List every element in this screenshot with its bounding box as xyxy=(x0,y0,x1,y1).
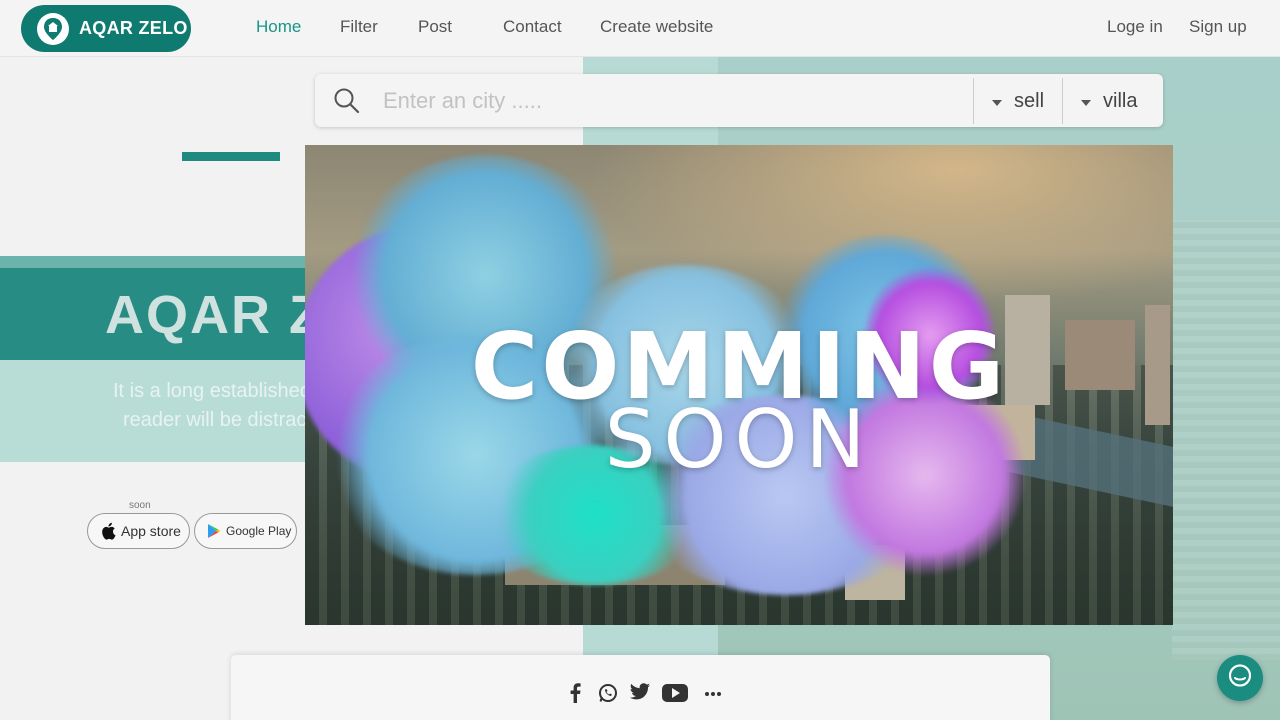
navbar: AQAR ZELO Home Filter Post Contact Creat… xyxy=(0,0,1280,57)
chat-button[interactable] xyxy=(1217,655,1263,701)
background-texture xyxy=(1172,220,1280,660)
search-icon[interactable] xyxy=(333,87,361,120)
nav-create-website[interactable]: Create website xyxy=(600,17,713,37)
chevron-down-icon xyxy=(992,100,1002,106)
category-select-value: villa xyxy=(1103,89,1138,112)
whatsapp-icon[interactable] xyxy=(598,683,618,703)
type-select-value: sell xyxy=(1014,89,1045,112)
youtube-icon[interactable] xyxy=(662,683,688,703)
brand-name: AQAR ZELO xyxy=(79,18,188,38)
more-icon[interactable] xyxy=(704,683,722,703)
type-select[interactable]: sell xyxy=(973,78,1062,124)
google-play-button[interactable]: Google Play xyxy=(194,513,297,549)
category-select[interactable]: villa xyxy=(1062,78,1163,124)
app-store-label: App store xyxy=(121,523,181,539)
nav-post[interactable]: Post xyxy=(418,17,452,37)
logo[interactable]: AQAR ZELO xyxy=(21,5,191,52)
login-link[interactable]: Loge in xyxy=(1107,17,1163,37)
coming-soon-poster: COMMING SOON xyxy=(305,145,1173,625)
google-play-icon xyxy=(207,523,221,539)
apps-soon-label: soon xyxy=(129,500,151,511)
accent-bar xyxy=(182,152,280,161)
google-play-label: Google Play xyxy=(226,524,292,538)
poster-subtitle: SOON xyxy=(604,393,874,486)
facebook-icon[interactable] xyxy=(568,683,582,703)
nav-contact[interactable]: Contact xyxy=(503,17,562,37)
search-bar: sell villa xyxy=(315,74,1163,127)
nav-filter[interactable]: Filter xyxy=(340,17,378,37)
app-store-button[interactable]: App store xyxy=(87,513,190,549)
hero-title: AQAR Z xyxy=(105,285,324,345)
hero-band-top xyxy=(0,256,330,268)
twitter-icon[interactable] xyxy=(630,683,650,701)
logo-icon xyxy=(37,12,69,45)
nav-home[interactable]: Home xyxy=(256,17,301,37)
chat-icon xyxy=(1226,662,1254,695)
chevron-down-icon xyxy=(1081,100,1091,106)
signup-link[interactable]: Sign up xyxy=(1189,17,1247,37)
search-input[interactable] xyxy=(383,74,968,127)
apple-icon xyxy=(100,522,116,540)
